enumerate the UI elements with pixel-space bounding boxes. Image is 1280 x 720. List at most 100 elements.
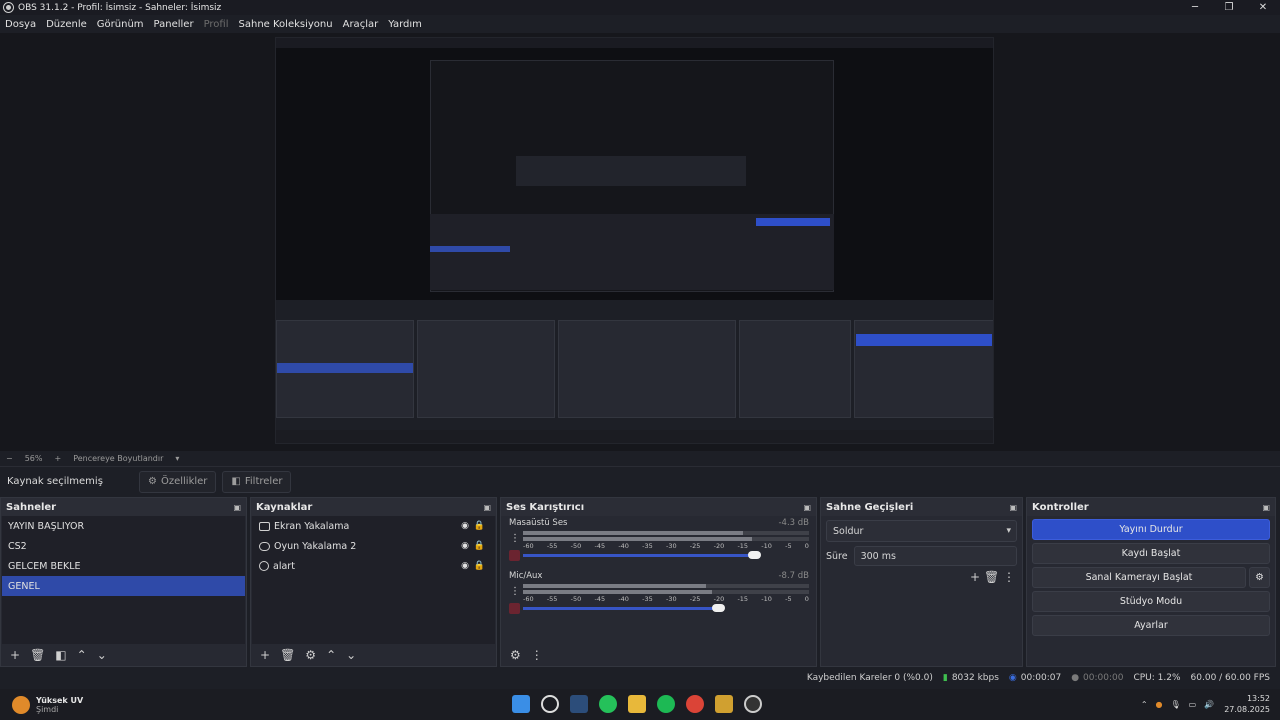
volume-slider-knob[interactable] xyxy=(712,604,725,612)
spotify-icon[interactable] xyxy=(657,695,675,713)
steam-icon[interactable] xyxy=(570,695,588,713)
mixer-menu-icon[interactable]: ⋮ xyxy=(531,648,543,662)
lock-icon[interactable]: 🔒 xyxy=(474,561,485,571)
zoom-out-button[interactable]: − xyxy=(6,454,13,463)
eye-icon[interactable]: ◉ xyxy=(461,541,469,551)
maximize-button[interactable]: ❐ xyxy=(1212,0,1246,15)
whatsapp-icon[interactable] xyxy=(599,695,617,713)
eye-icon[interactable]: ◉ xyxy=(461,521,469,531)
studio-mode-button[interactable]: Stüdyo Modu xyxy=(1032,591,1270,612)
volume-icon[interactable]: 🔊 xyxy=(1204,700,1214,709)
minimize-button[interactable]: ─ xyxy=(1178,0,1212,15)
start-recording-button[interactable]: Kaydı Başlat xyxy=(1032,543,1270,564)
dock-float-icon[interactable]: ▣ xyxy=(233,503,241,512)
move-up-icon[interactable]: ⌃ xyxy=(77,648,87,662)
move-up-icon[interactable]: ⌃ xyxy=(326,648,336,662)
preview-canvas[interactable] xyxy=(0,33,1280,451)
weather-widget[interactable]: Yüksek UV Şimdi xyxy=(12,695,212,714)
tray-chevron-icon[interactable]: ⌃ xyxy=(1141,700,1148,709)
level-meter xyxy=(523,531,809,535)
sources-dock: Kaynaklar ▣ Ekran Yakalama ◉ 🔒 Oyun Yakalam… xyxy=(250,497,497,667)
source-item[interactable]: alart ◉ 🔒 xyxy=(252,556,495,576)
obs-taskbar-icon[interactable] xyxy=(744,695,762,713)
scene-transitions-dock: Sahne Geçişleri ▣ Soldur Süre 300 ms + 🗑 ⋮ xyxy=(820,497,1023,667)
title-bar: OBS 31.1.2 - Profil: İsimsiz - Sahneler:… xyxy=(0,0,1280,15)
duration-input[interactable]: 300 ms xyxy=(853,546,1017,566)
mute-button[interactable] xyxy=(509,550,520,561)
mixer-settings-icon[interactable]: ⚙ xyxy=(510,648,521,662)
menu-profil: Profil xyxy=(203,18,229,30)
source-item[interactable]: Ekran Yakalama ◉ 🔒 xyxy=(252,516,495,536)
menu-duzenle[interactable]: Düzenle xyxy=(46,19,87,30)
transition-select[interactable]: Soldur xyxy=(826,520,1017,542)
signal-icon: ▮ xyxy=(942,673,948,683)
lock-icon[interactable]: 🔒 xyxy=(474,541,485,551)
mixer-title: Ses Karıştırıcı xyxy=(506,501,585,513)
chevron-down-icon[interactable]: ▾ xyxy=(175,454,179,463)
scene-item-selected[interactable]: GENEL xyxy=(2,576,245,596)
menu-araclar[interactable]: Araçlar xyxy=(343,19,379,30)
source-settings-icon[interactable]: ⚙ xyxy=(305,648,316,662)
dropped-frames: Kaybedilen Kareler 0 (%0.0) xyxy=(806,673,933,683)
properties-button[interactable]: ⚙ Özellikler xyxy=(139,470,217,493)
filter-icon: ◧ xyxy=(231,476,241,487)
source-item[interactable]: Oyun Yakalama 2 ◉ 🔒 xyxy=(252,536,495,556)
channel-db: -8.7 dB xyxy=(778,571,809,581)
eye-icon[interactable]: ◉ xyxy=(461,561,469,571)
menu-dosya[interactable]: Dosya xyxy=(5,19,36,30)
browser-icon xyxy=(259,561,269,571)
chrome-icon[interactable] xyxy=(686,695,704,713)
channel-menu-icon[interactable]: ⋮ xyxy=(510,586,520,597)
menu-yardim[interactable]: Yardım xyxy=(388,19,422,30)
meter-ticks: -60 -55 -50 -45 -40 -35 -30 -25 -20 -15 -10 -5 0 xyxy=(523,542,809,550)
settings-button[interactable]: Ayarlar xyxy=(1032,615,1270,636)
stop-stream-button[interactable]: Yayını Durdur xyxy=(1032,519,1270,540)
scene-item[interactable]: YAYIN BAŞLIYOR xyxy=(2,516,245,536)
level-meter xyxy=(523,584,809,588)
add-transition-icon[interactable]: + xyxy=(970,570,980,584)
zoom-in-button[interactable]: + xyxy=(54,454,61,463)
clock[interactable]: 13:52 27.08.2025 xyxy=(1224,693,1270,715)
microphone-icon[interactable]: 🎙 xyxy=(1171,700,1181,709)
sun-icon xyxy=(12,695,30,714)
dock-float-icon[interactable]: ▣ xyxy=(483,503,491,512)
remove-source-icon[interactable]: 🗑 xyxy=(280,648,295,662)
channel-menu-icon[interactable]: ⋮ xyxy=(510,533,520,544)
add-scene-icon[interactable]: + xyxy=(10,648,20,662)
remove-scene-icon[interactable]: 🗑 xyxy=(30,648,45,662)
dock-float-icon[interactable]: ▣ xyxy=(803,503,811,512)
virtual-camera-settings-icon[interactable]: ⚙ xyxy=(1249,567,1270,588)
dock-float-icon[interactable]: ▣ xyxy=(1262,503,1270,512)
menu-gorunum[interactable]: Görünüm xyxy=(97,19,144,30)
file-explorer-icon[interactable] xyxy=(628,695,646,713)
windows-start-icon[interactable] xyxy=(512,695,530,713)
window-title: OBS 31.1.2 - Profil: İsimsiz - Sahneler:… xyxy=(18,2,222,13)
menu-sahne-koleksiyonu[interactable]: Sahne Koleksiyonu xyxy=(239,19,333,30)
mute-button[interactable] xyxy=(509,603,520,614)
start-virtual-camera-button[interactable]: Sanal Kamerayı Başlat xyxy=(1032,567,1246,588)
scene-filters-icon[interactable]: ◧ xyxy=(55,648,66,662)
volume-slider-knob[interactable] xyxy=(748,551,761,559)
filters-button[interactable]: ◧ Filtreler xyxy=(222,470,292,493)
nested-preview-capture xyxy=(275,37,994,444)
channel-db: -4.3 dB xyxy=(778,518,809,528)
volume-slider[interactable] xyxy=(523,607,715,610)
network-icon[interactable]: ▭ xyxy=(1189,700,1197,709)
dock-float-icon[interactable]: ▣ xyxy=(1009,503,1017,512)
move-down-icon[interactable]: ⌄ xyxy=(97,648,107,662)
scene-item[interactable]: CS2 xyxy=(2,536,245,556)
source-label: Ekran Yakalama xyxy=(274,520,350,532)
menu-paneller[interactable]: Paneller xyxy=(154,19,194,30)
search-icon[interactable] xyxy=(541,695,559,713)
volume-slider[interactable] xyxy=(523,554,757,557)
close-button[interactable]: ✕ xyxy=(1246,0,1280,15)
tray-app-icon[interactable]: ● xyxy=(1156,700,1163,709)
move-down-icon[interactable]: ⌄ xyxy=(346,648,356,662)
scene-item[interactable]: GELCEM BEKLE xyxy=(2,556,245,576)
transition-menu-icon[interactable]: ⋮ xyxy=(1003,570,1015,584)
add-source-icon[interactable]: + xyxy=(260,648,270,662)
app-icon[interactable] xyxy=(715,695,733,713)
remove-transition-icon[interactable]: 🗑 xyxy=(984,570,999,584)
lock-icon[interactable]: 🔒 xyxy=(474,521,485,531)
taskbar: Yüksek UV Şimdi ⌃ ● 🎙 ▭ 🔊 13:52 27.08.2025 xyxy=(0,689,1280,720)
